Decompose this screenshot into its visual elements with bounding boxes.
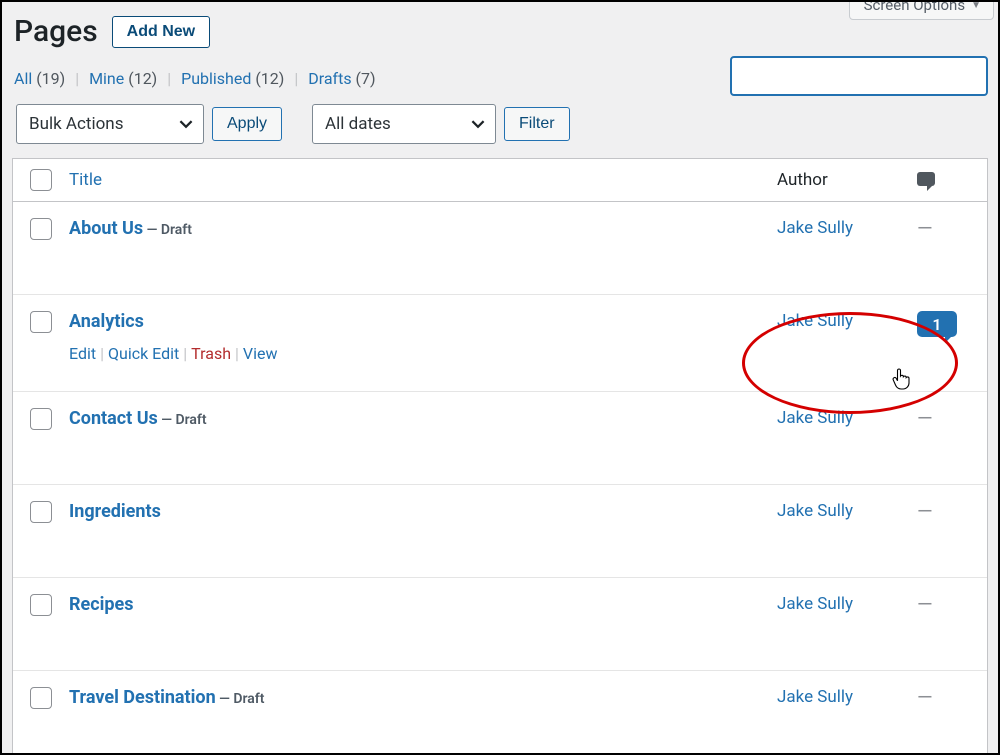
status-draft: — Draft [216,691,265,707]
row-author-cell: Jake Sully [777,218,917,238]
row-title-link[interactable]: Analytics [69,311,144,332]
row-checkbox-cell [13,218,69,240]
table-row: Recipes Jake Sully — [13,577,987,670]
row-comments-cell: — [917,408,987,429]
row-checkbox-cell [13,408,69,430]
table-row: Analytics Edit|Quick Edit|Trash|ViewJake … [13,294,987,391]
author-link[interactable]: Jake Sully [777,594,853,614]
row-title-cell: Contact Us — Draft [69,408,777,429]
row-checkbox[interactable] [30,311,52,333]
date-filter-select[interactable]: All dates [312,104,496,144]
row-checkbox-cell [13,501,69,523]
quick-edit-link[interactable]: Quick Edit [108,344,179,363]
row-title-link[interactable]: Contact Us [69,408,158,429]
row-checkbox-cell [13,687,69,709]
comment-icon [917,172,935,186]
row-author-cell: Jake Sully [777,501,917,521]
row-author-cell: Jake Sully [777,594,917,614]
row-title-cell: Ingredients [69,501,777,522]
row-checkbox-cell [13,594,69,616]
app-frame: Screen Options ▼ Pages Add New All (19) … [0,0,1000,755]
no-comments-dash: — [917,592,933,616]
table-row: Travel Destination — DraftJake Sully— [13,670,987,755]
row-comments-cell: — [917,687,987,708]
table-header-row: Title Author [13,159,987,202]
no-comments-dash: — [917,685,933,709]
bulk-actions-select[interactable]: Bulk Actions [16,104,204,144]
filter-all-count: (19) [36,69,65,88]
select-all-cell [13,169,69,191]
author-link[interactable]: Jake Sully [777,218,853,238]
row-checkbox[interactable] [30,218,52,240]
column-comments[interactable] [917,170,987,191]
row-title-link[interactable]: About Us [69,218,143,239]
date-filter-label: All dates [325,114,391,134]
no-comments-dash: — [917,499,933,523]
table-row: Ingredients Jake Sully — [13,484,987,577]
comment-count-bubble[interactable]: 1 [917,311,957,337]
row-author-cell: Jake Sully [777,311,917,331]
author-link[interactable]: Jake Sully [777,687,853,707]
author-link[interactable]: Jake Sully [777,501,853,521]
screen-options-tab[interactable]: Screen Options ▼ [849,0,994,20]
row-comments-cell: 1 [917,311,987,337]
chevron-down-icon: ▼ [971,0,981,11]
filter-all[interactable]: All [14,69,32,88]
row-comments-cell: — [917,501,987,522]
filter-mine-count: (12) [128,69,157,88]
chevron-down-icon [471,117,485,131]
filter-drafts[interactable]: Drafts [308,69,351,88]
row-checkbox[interactable] [30,594,52,616]
row-checkbox-cell [13,311,69,333]
search-input[interactable] [730,56,988,96]
no-comments-dash: — [917,216,933,240]
row-comments-cell: — [917,594,987,615]
row-title-cell: Travel Destination — Draft [69,687,777,708]
no-comments-dash: — [917,406,933,430]
screen-options-label: Screen Options [864,0,966,14]
row-checkbox[interactable] [30,687,52,709]
bulk-actions-label: Bulk Actions [29,114,123,134]
row-title-cell: Recipes [69,594,777,615]
author-link[interactable]: Jake Sully [777,311,853,331]
table-row: Contact Us — DraftJake Sully— [13,391,987,484]
column-title[interactable]: Title [69,170,777,190]
row-comments-cell: — [917,218,987,239]
select-all-checkbox[interactable] [30,169,52,191]
row-title-cell: Analytics Edit|Quick Edit|Trash|View [69,311,777,363]
apply-button[interactable]: Apply [212,107,282,141]
row-title-cell: About Us — Draft [69,218,777,239]
row-title-link[interactable]: Travel Destination [69,687,216,708]
row-title-link[interactable]: Ingredients [69,501,161,522]
filter-drafts-count: (7) [356,69,376,88]
filter-published-count: (12) [255,69,284,88]
pages-table: Title Author About Us — DraftJake Sully—… [12,158,988,755]
row-actions: Edit|Quick Edit|Trash|View [69,344,777,363]
filter-button[interactable]: Filter [504,107,570,141]
filter-published[interactable]: Published [181,69,251,88]
author-link[interactable]: Jake Sully [777,408,853,428]
view-link[interactable]: View [243,344,278,363]
row-checkbox[interactable] [30,501,52,523]
row-title-link[interactable]: Recipes [69,594,134,615]
filter-mine[interactable]: Mine [89,69,124,88]
edit-link[interactable]: Edit [69,344,96,363]
add-new-button[interactable]: Add New [112,16,210,48]
row-author-cell: Jake Sully [777,687,917,707]
chevron-down-icon [179,117,193,131]
row-checkbox[interactable] [30,408,52,430]
status-draft: — Draft [143,222,192,238]
trash-link[interactable]: Trash [191,344,231,363]
row-author-cell: Jake Sully [777,408,917,428]
column-author: Author [777,170,917,190]
status-draft: — Draft [158,412,207,428]
table-row: About Us — DraftJake Sully— [13,202,987,294]
search-wrap [730,56,988,96]
actions-row: Bulk Actions Apply All dates Filter [2,94,998,158]
page-title: Pages [14,14,98,49]
